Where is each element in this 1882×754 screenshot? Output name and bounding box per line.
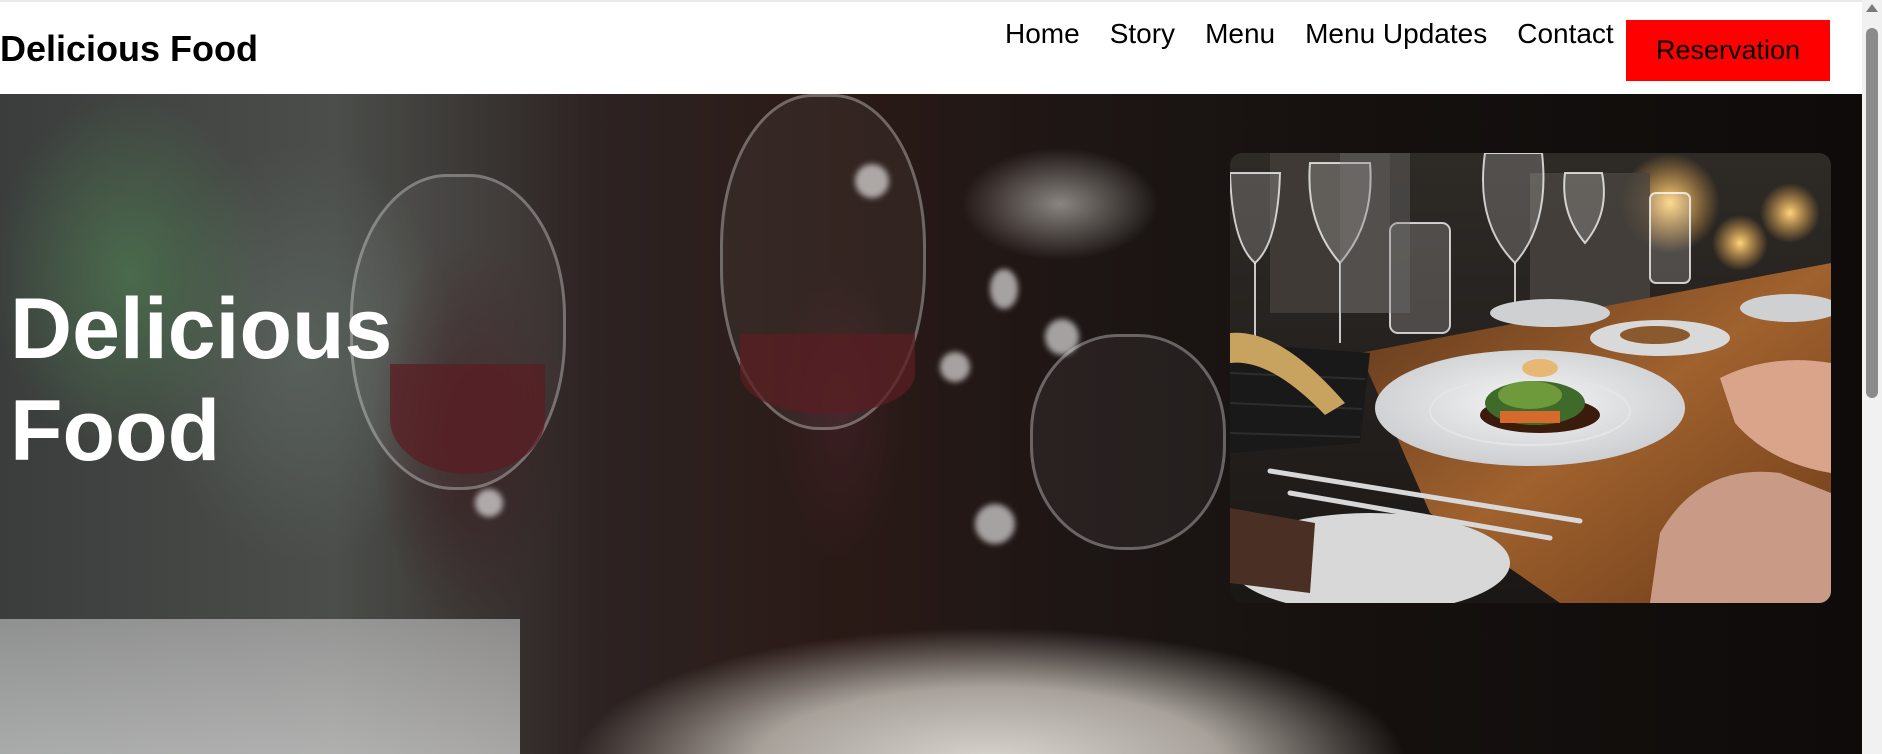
nav-menu-updates-link[interactable]: Menu Updates [1305, 18, 1487, 50]
bokeh-light [990, 269, 1018, 309]
restaurant-table-illustration [1230, 153, 1831, 603]
triangle-up-icon[interactable] [1866, 4, 1878, 12]
nav-menu-link[interactable]: Menu [1205, 18, 1275, 50]
site-logo[interactable]: Delicious Food [0, 28, 258, 70]
background-glass [1030, 334, 1226, 550]
bokeh-light [475, 489, 503, 517]
background-wine [740, 334, 915, 414]
hero-section: Delicious Food [0, 94, 1862, 754]
top-navigation-bar: Delicious Food Home Story Menu Menu Upda… [0, 0, 1862, 94]
nav-story-link[interactable]: Story [1110, 18, 1175, 50]
bokeh-light [855, 164, 889, 198]
nav-contact-link[interactable]: Contact [1517, 18, 1614, 50]
main-nav: Home Story Menu Menu Updates Contact [1005, 18, 1644, 50]
bokeh-light [1045, 319, 1079, 355]
nav-home-link[interactable]: Home [1005, 18, 1080, 50]
scrollbar-thumb[interactable] [1866, 28, 1878, 398]
background-tablecloth [0, 619, 520, 754]
bokeh-light [975, 504, 1015, 544]
page-scrollbar[interactable] [1862, 0, 1882, 754]
hero-title: Delicious Food [10, 281, 393, 479]
bokeh-light [940, 352, 970, 382]
reservation-button[interactable]: Reservation [1626, 20, 1830, 81]
restaurant-table-photo [1230, 153, 1831, 603]
